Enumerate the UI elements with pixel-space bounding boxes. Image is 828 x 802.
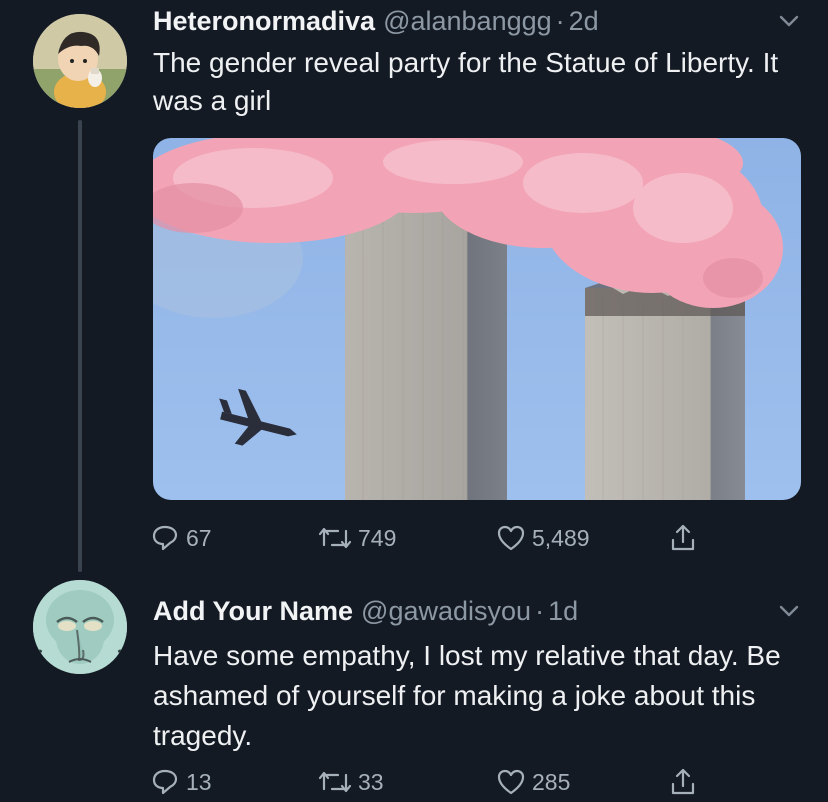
heart-icon [497, 769, 525, 795]
separator-dot: · [555, 6, 565, 36]
avatar[interactable] [33, 580, 127, 674]
reply-button[interactable]: 13 [150, 762, 212, 802]
like-count: 285 [532, 768, 571, 795]
user-handle[interactable]: @alanbanggg [383, 6, 552, 36]
tweet-actions: 67 749 5,489 [150, 518, 710, 558]
retweet-icon [318, 527, 352, 549]
retweet-count: 749 [358, 524, 397, 551]
timestamp[interactable]: 2d [569, 6, 599, 36]
tweet-actions: 13 33 285 [150, 762, 710, 802]
retweet-icon [318, 771, 352, 793]
tweet-header: Add Your Name @gawadisyou · 1d [153, 594, 578, 628]
share-button[interactable] [668, 518, 704, 558]
avatar-image-icon [33, 580, 127, 674]
user-handle[interactable]: @gawadisyou [361, 596, 531, 626]
tweet-text: Have some empathy, I lost my relative th… [153, 640, 781, 751]
display-name[interactable]: Add Your Name [153, 596, 353, 626]
like-button[interactable]: 285 [496, 762, 570, 802]
tweet-text: The gender reveal party for the Statue o… [153, 47, 779, 116]
reply-count: 13 [186, 768, 212, 795]
avatar-image-icon [33, 14, 127, 108]
retweet-count: 33 [358, 768, 384, 795]
reply-icon [152, 769, 178, 795]
tweet-image[interactable] [153, 138, 801, 500]
reply-icon [152, 525, 178, 551]
like-count: 5,489 [532, 524, 590, 551]
chevron-down-icon[interactable] [776, 598, 802, 624]
share-button[interactable] [668, 762, 704, 802]
timestamp[interactable]: 1d [548, 596, 578, 626]
reply-button[interactable]: 67 [150, 518, 212, 558]
chevron-down-icon[interactable] [776, 8, 802, 34]
retweet-button[interactable]: 33 [318, 762, 384, 802]
like-button[interactable]: 5,489 [496, 518, 590, 558]
retweet-button[interactable]: 749 [318, 518, 396, 558]
tweet-original[interactable]: Heteronormadiva @alanbanggg · 2d The gender… [0, 0, 828, 572]
separator-dot: · [535, 596, 545, 626]
display-name[interactable]: Heteronormadiva [153, 6, 375, 36]
reply-count: 67 [186, 524, 212, 551]
towers-photo-image [153, 138, 801, 500]
avatar[interactable] [33, 14, 127, 108]
share-icon [671, 524, 695, 551]
tweet-header: Heteronormadiva @alanbanggg · 2d [153, 4, 599, 38]
share-icon [671, 768, 695, 795]
heart-icon [497, 525, 525, 551]
